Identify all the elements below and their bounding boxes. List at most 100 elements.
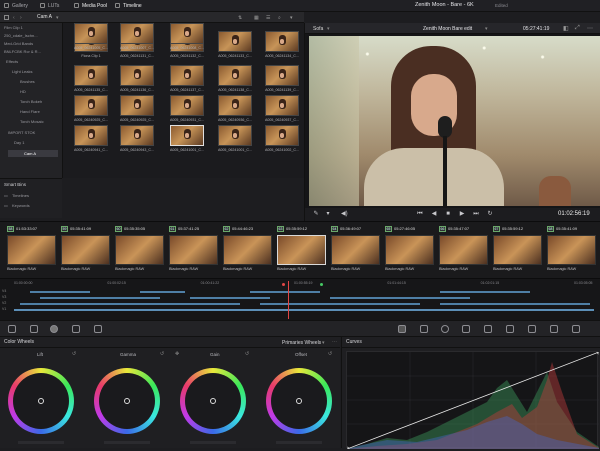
search-icon[interactable]: ⌕ [278,15,281,21]
media-clip[interactable]: A005_06240931_C... [167,95,207,125]
media-clip[interactable]: A005_06240925_C... [117,95,157,125]
media-clip[interactable]: A005_06241134_C... [262,31,302,61]
sizing-icon[interactable] [550,325,558,333]
grid-view-icon[interactable]: ▦ [254,15,259,21]
chevron-down-icon[interactable]: ▾ [56,15,59,21]
media-clip[interactable]: A005_06241133_C... [215,31,255,61]
marker-icon[interactable] [282,283,285,286]
tree-item[interactable]: Hand Flare [20,109,40,114]
clip-thumbnail[interactable] [265,95,299,116]
timeline-name[interactable]: Zenith Moon Bare edit [423,26,472,32]
skip-start-icon[interactable]: ⏮ [417,211,423,217]
picker-icon[interactable]: ✥ [175,351,179,357]
media-clip[interactable]: A005_06240941_C... [71,125,111,155]
clip-thumbnail[interactable] [218,125,252,146]
tree-item-day-1[interactable]: Day 1 [14,140,24,145]
clip-thumbnail[interactable] [170,125,204,146]
clip-thumbnail[interactable] [74,23,108,44]
track-clip[interactable] [140,291,185,293]
viewer-frame[interactable] [309,36,600,206]
media-clip[interactable]: A005_06240936_C... [215,95,255,125]
clip-thumbnail[interactable] [265,125,299,146]
wheel-puck[interactable] [210,398,216,404]
tree-item-effects[interactable]: Effects [6,59,18,64]
tab-luts[interactable]: LUTs [40,1,59,11]
reset-icon[interactable]: ↺ [160,351,164,357]
clip-thumbnail[interactable] [170,65,204,86]
track-clip[interactable] [440,291,530,293]
magic-mask-icon[interactable] [484,325,492,333]
track-clip[interactable] [260,303,420,305]
curves-graph[interactable] [344,349,600,451]
mini-timeline[interactable]: 01:00:00:00 01:00:02:15 01:00:41:22 01:00:5… [0,278,600,320]
chevron-down-icon[interactable]: ▾ [322,340,325,346]
more-options-icon[interactable]: ⋯ [587,25,593,32]
track-clip[interactable] [440,303,590,305]
tree-item[interactable]: Film Clip 1 [4,25,23,30]
clip-thumbnail[interactable] [74,95,108,116]
clip-thumbnail[interactable] [218,65,252,86]
media-clip[interactable]: A005_06241137_C... [167,65,207,95]
clip-thumbnail[interactable] [265,65,299,86]
wheel-puck[interactable] [38,398,44,404]
strip-clip[interactable]: 66 05:35:47:07 Blackmagic RAW [438,225,489,275]
clip-thumbnail[interactable] [120,95,154,116]
viewer-mode-icon[interactable]: ◧ [563,25,569,32]
clip-thumbnail[interactable] [120,125,154,146]
media-clip[interactable]: A005_06240925_C... [71,95,111,125]
playhead[interactable] [288,281,289,319]
play-icon[interactable]: ▶ [459,211,465,217]
camera-raw-icon[interactable] [8,325,16,333]
gain-wheel[interactable] [180,368,246,434]
strip-clip[interactable]: 63 05:35:59:12 Blackmagic RAW [276,225,327,275]
volume-icon[interactable]: ◀) [341,211,348,217]
strip-clip[interactable]: 59 05:35:41:09 Blackmagic RAW [60,225,111,275]
tree-item[interactable]: BNLFCBK Rcr & R... [4,49,41,54]
qualifier-icon[interactable] [420,325,428,333]
clip-thumbnail[interactable] [547,235,596,265]
media-clip[interactable]: A005_06241007_C... [117,23,157,53]
offset-wheel[interactable] [266,368,332,434]
master-slider[interactable] [104,441,150,444]
play-reverse-icon[interactable]: ◀ [431,211,437,217]
track-clip[interactable] [20,303,240,305]
reset-icon[interactable]: ↺ [72,351,76,357]
track-clip[interactable] [40,297,160,299]
media-clip[interactable]: A005_06241136_C... [117,65,157,95]
clip-thumbnail[interactable] [115,235,164,265]
clip-thumbnail[interactable] [493,235,542,265]
track-clip[interactable] [30,291,90,293]
more-options-icon[interactable]: ⋯ [332,339,337,345]
media-clip[interactable]: A005_06240943_C... [117,125,157,155]
strip-clip[interactable]: 67 05:35:59:12 Blackmagic RAW [492,225,543,275]
track-clip[interactable] [330,297,470,299]
clip-thumbnail[interactable] [439,235,488,265]
curves-icon[interactable] [398,325,406,333]
media-clip[interactable]: A005_06241001_C... [167,125,207,155]
master-slider[interactable] [276,441,322,444]
chevron-down-icon[interactable]: ▾ [325,211,331,217]
chevron-down-icon[interactable]: ▾ [327,26,330,32]
motion-effects-icon[interactable] [94,325,102,333]
tree-item-cam-a[interactable]: Cam A [8,150,58,157]
master-slider[interactable] [190,441,236,444]
tree-item[interactable]: 250_cdale_Ischn... [4,33,38,38]
track-clip[interactable] [190,297,270,299]
clip-thumbnail[interactable] [74,125,108,146]
media-clip[interactable]: A005_06240937_C... [262,95,302,125]
strip-clip[interactable]: 65 05:27:46:05 Blackmagic RAW [384,225,435,275]
rgb-mixer-icon[interactable] [72,325,80,333]
clip-thumbnail[interactable] [61,235,110,265]
tree-item[interactable]: Med-Grid Bands [4,41,33,46]
track-clip[interactable] [250,291,320,293]
tab-media-pool[interactable]: Media Pool [74,1,107,11]
tree-item-light-leaks[interactable]: Light Leaks [12,69,32,74]
wheel-puck[interactable] [296,398,302,404]
sort-icon[interactable]: ⇅ [238,15,242,21]
clip-thumbnail[interactable] [218,95,252,116]
clip-thumbnail[interactable] [7,235,56,265]
nav-back-icon[interactable]: ‹ [13,15,15,21]
clip-thumbnail[interactable] [170,95,204,116]
media-clip[interactable]: A005_06241002_C... [262,125,302,155]
media-clip[interactable]: A005_06241005_C... [71,23,111,53]
